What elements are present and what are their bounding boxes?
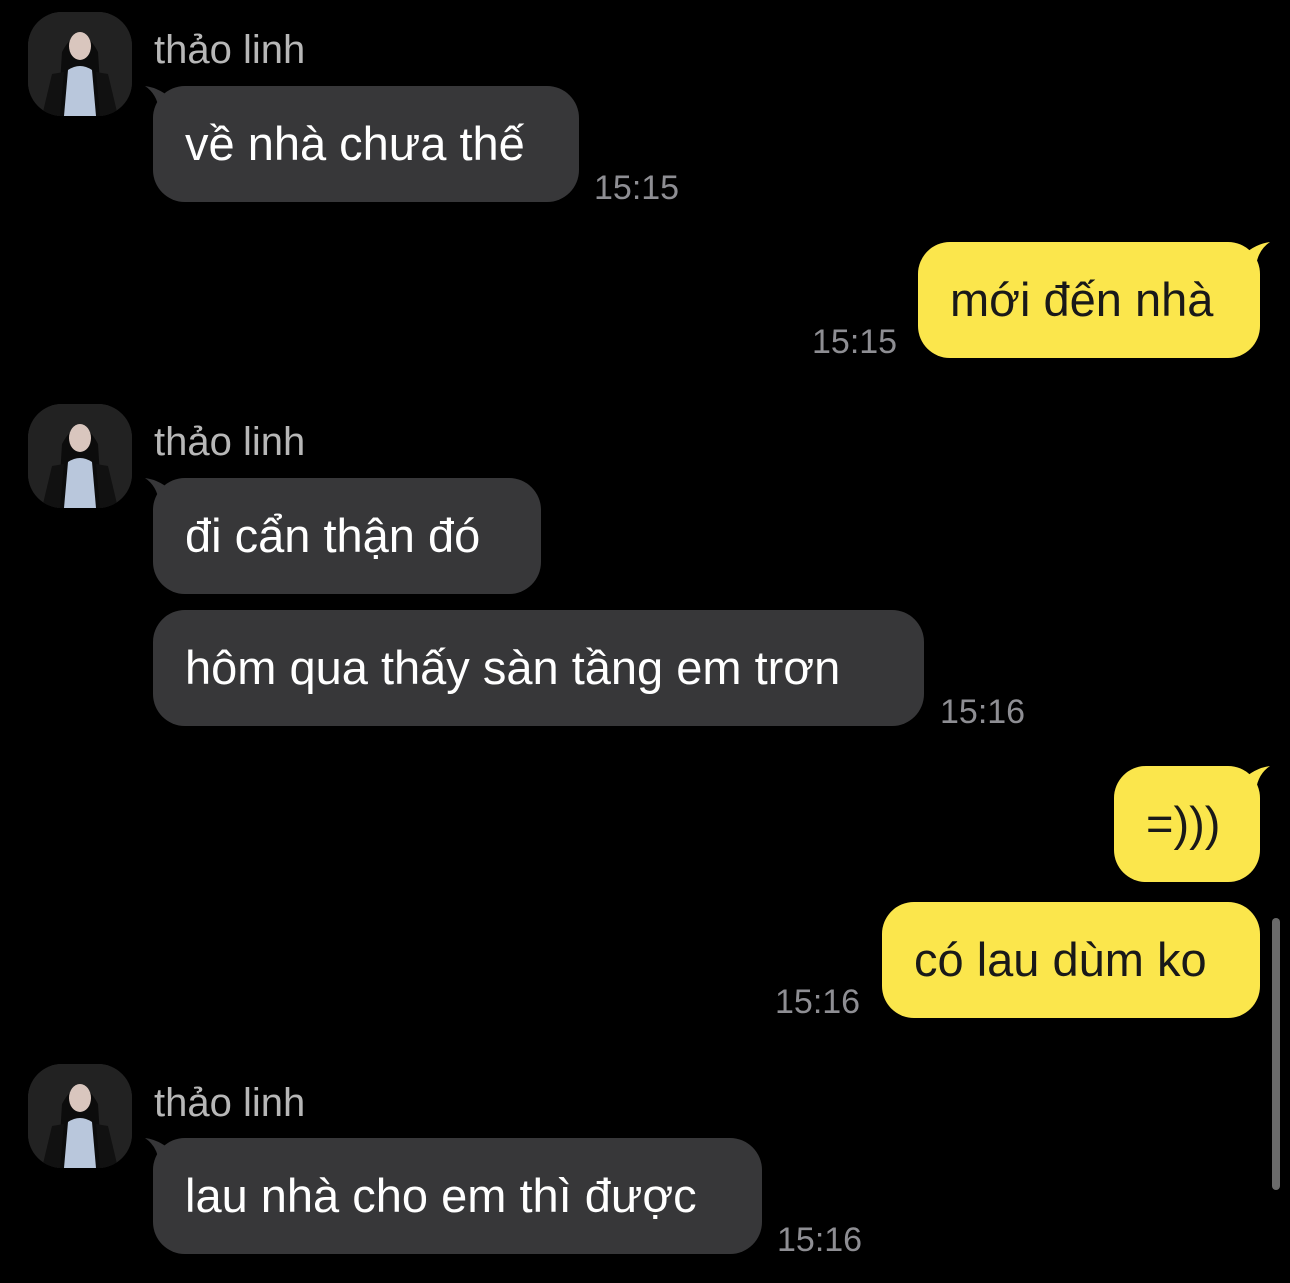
- scrollbar[interactable]: [1272, 918, 1280, 1190]
- message-bubble-received[interactable]: về nhà chưa thế: [153, 86, 579, 202]
- contact-avatar[interactable]: [28, 1064, 132, 1168]
- bubble-tail: [1240, 242, 1270, 266]
- message-bubble-sent[interactable]: có lau dùm ko: [882, 902, 1260, 1018]
- contact-avatar[interactable]: [28, 404, 132, 508]
- message-timestamp: 15:16: [777, 1221, 863, 1259]
- message-bubble-sent[interactable]: =))): [1114, 766, 1260, 882]
- sender-name: thảo linh: [154, 420, 306, 464]
- message-bubble-sent[interactable]: mới đến nhà: [918, 242, 1260, 358]
- message-bubble-received[interactable]: hôm qua thấy sàn tầng em trơn: [153, 610, 924, 726]
- avatar-photo-icon: [28, 404, 132, 508]
- message-timestamp: 15:15: [594, 169, 680, 207]
- message-timestamp: 15:16: [940, 693, 1026, 731]
- message-timestamp: 15:15: [812, 323, 898, 361]
- sender-name: thảo linh: [154, 28, 306, 72]
- contact-avatar[interactable]: [28, 12, 132, 116]
- message-timestamp: 15:16: [775, 983, 861, 1021]
- message-bubble-received[interactable]: lau nhà cho em thì được: [153, 1138, 762, 1254]
- message-bubble-received[interactable]: đi cẩn thận đó: [153, 478, 541, 594]
- sender-name: thảo linh: [154, 1081, 306, 1125]
- avatar-photo-icon: [28, 12, 132, 116]
- avatar-photo-icon: [28, 1064, 132, 1168]
- bubble-tail: [1240, 766, 1270, 790]
